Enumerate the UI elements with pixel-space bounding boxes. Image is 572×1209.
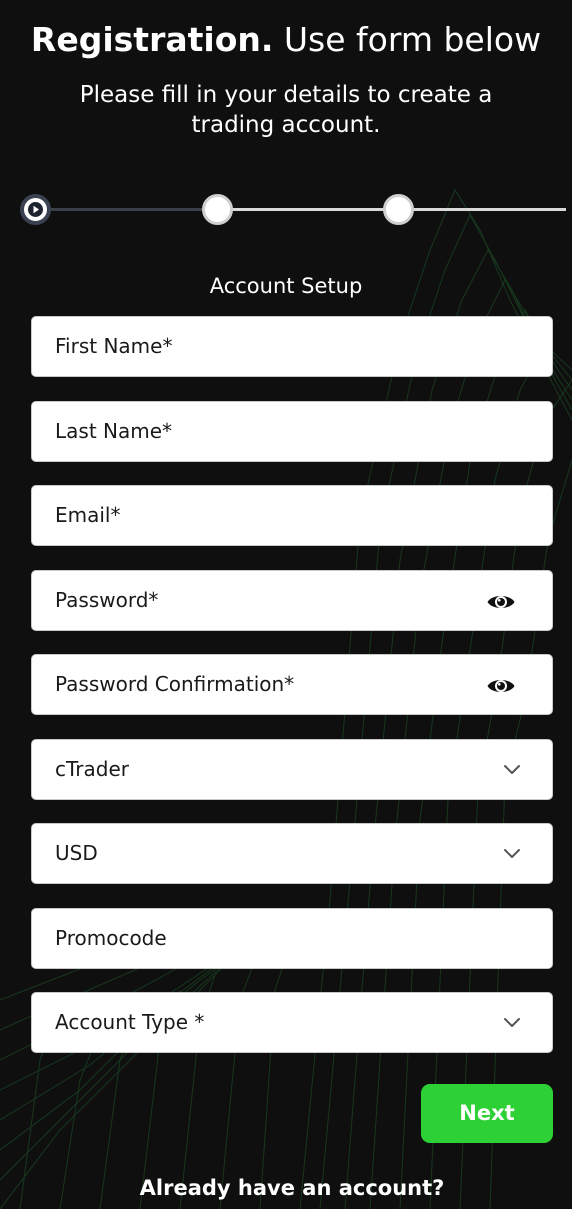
first-name-placeholder: First Name*	[55, 334, 173, 358]
progress-stepper	[0, 190, 572, 230]
password-confirmation-placeholder: Password Confirmation*	[55, 672, 295, 696]
platform-select[interactable]: cTrader	[31, 739, 553, 800]
chevron-down-icon	[504, 849, 520, 858]
page-title: Registration. Use form below	[0, 18, 572, 62]
currency-selected-value: USD	[55, 841, 98, 865]
eye-icon[interactable]	[486, 591, 516, 613]
account-type-placeholder: Account Type *	[55, 1010, 205, 1034]
last-name-input[interactable]: Last Name*	[31, 401, 553, 462]
title-strong: Registration.	[30, 20, 274, 59]
step-3[interactable]	[383, 194, 414, 225]
chevron-down-icon	[504, 765, 520, 774]
platform-selected-value: cTrader	[55, 757, 129, 781]
login-link[interactable]: Already have an account?	[0, 1172, 572, 1204]
step-2[interactable]	[202, 194, 233, 225]
currency-select[interactable]: USD	[31, 823, 553, 884]
account-type-select[interactable]: Account Type *	[31, 992, 553, 1053]
email-input[interactable]: Email*	[31, 485, 553, 546]
promocode-input[interactable]: Promocode	[31, 908, 553, 969]
title-light: Use form below	[283, 20, 542, 59]
password-placeholder: Password*	[55, 588, 159, 612]
eye-icon[interactable]	[486, 675, 516, 697]
first-name-input[interactable]: First Name*	[31, 316, 553, 377]
page-subtitle: Please fill in your details to create a …	[79, 82, 493, 138]
stepper-line-completed	[36, 208, 218, 211]
play-icon	[28, 202, 43, 217]
next-button[interactable]: Next	[421, 1084, 553, 1143]
promocode-placeholder: Promocode	[55, 926, 167, 950]
last-name-placeholder: Last Name*	[55, 419, 173, 443]
chevron-down-icon	[504, 1018, 520, 1027]
registration-page: Registration. Use form below Please fill…	[0, 0, 572, 1209]
password-confirmation-input[interactable]: Password Confirmation*	[31, 654, 553, 715]
section-title-account-setup: Account Setup	[209, 274, 363, 298]
step-1-active[interactable]	[20, 194, 51, 225]
password-input[interactable]: Password*	[31, 570, 553, 631]
email-placeholder: Email*	[55, 503, 121, 527]
